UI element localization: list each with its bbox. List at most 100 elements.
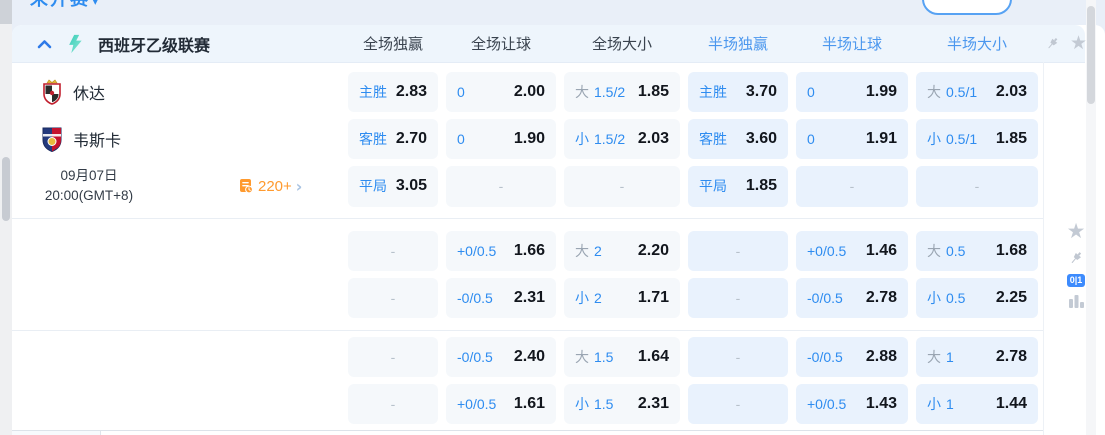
right-scrollbar-track[interactable] [1086, 0, 1096, 435]
odds-cell-labels: +0/0.5 [457, 396, 496, 412]
left-scrollbar-thumb[interactable] [2, 157, 10, 221]
top-filter-dropdown[interactable]: 未开赛▾ [30, 0, 99, 11]
odds-cell[interactable]: 0 1.90 [446, 119, 556, 159]
odds-cell[interactable]: -0/0.5 2.88 [796, 337, 908, 377]
odds-cell-labels: 小 0.5/1 [927, 129, 977, 149]
odds-cell[interactable]: 平局 3.05 [348, 166, 438, 207]
odds-cell-empty: - [916, 166, 1038, 207]
column-header-half-3: 半场独赢 [707, 36, 768, 53]
away-team-crest-icon [42, 127, 62, 152]
column-header-half-4: 半场让球 [821, 36, 882, 53]
odds-handicap-label: 2 [594, 290, 602, 306]
odds-format-toggle[interactable]: 0|1 [1066, 274, 1086, 287]
odds-label: 小 [927, 290, 941, 306]
odds-cell[interactable]: -0/0.5 2.78 [796, 278, 908, 318]
odds-cell[interactable]: 小 1.5/2 2.03 [564, 119, 680, 159]
match-pin-icon[interactable] [1067, 249, 1085, 267]
odds-value: 3.05 [395, 177, 427, 195]
odds-cell[interactable]: 客胜 2.70 [348, 119, 438, 159]
odds-cell[interactable]: 大 2 2.20 [564, 231, 680, 271]
odds-cell[interactable]: 客胜 3.60 [688, 119, 788, 159]
empty-name-cell [12, 384, 340, 424]
away-team-row-name: 韦斯卡 [12, 119, 340, 159]
pin-icon[interactable] [1044, 35, 1061, 52]
stats-bar-chart-icon[interactable] [1068, 294, 1085, 309]
match-datetime: 09月07日 20:00(GMT+8) [40, 166, 138, 207]
odds-cell[interactable]: -0/0.5 2.40 [446, 337, 556, 377]
odds-cell-empty: - [688, 337, 788, 377]
odds-row: - +0/0.5 1.61 小 1.5 2.31- +0/0.5 1.43 小 1 1.44 [12, 384, 1043, 424]
odds-cell[interactable]: 0 1.91 [796, 119, 908, 159]
top-right-pill-button[interactable] [922, 0, 1012, 15]
odds-cell[interactable]: 小 0.5 2.25 [916, 278, 1038, 318]
league-name: 西班牙乙级联赛 [98, 37, 211, 55]
odds-handicap-label: 1.5/2 [594, 131, 626, 147]
match-favorite-star-icon[interactable]: ★ [1067, 221, 1086, 242]
odds-cell[interactable]: 0 1.99 [796, 72, 908, 112]
collapse-chevron-up-icon[interactable] [36, 36, 52, 52]
odds-cell[interactable]: +0/0.5 1.66 [446, 231, 556, 271]
odds-cell[interactable]: 小 1.5 2.31 [564, 384, 680, 424]
odds-label: 大 [927, 243, 941, 259]
odds-value: 1.61 [513, 395, 545, 412]
odds-cell[interactable]: +0/0.5 1.43 [796, 384, 908, 424]
odds-row: 09月07日 20:00(GMT+8) 220+ › 平局 3.05 - - 平局 1.85 - - [12, 166, 1043, 207]
markets-count: 220+ [258, 177, 292, 195]
right-scrollbar-thumb[interactable] [1087, 6, 1095, 104]
odds-row: - -0/0.5 2.40 大 1.5 1.64- -0/0.5 2.88 大 1 2.78 [12, 337, 1043, 377]
odds-cell[interactable]: 大 1.5 1.64 [564, 337, 680, 377]
odds-cell[interactable]: -0/0.5 2.31 [446, 278, 556, 318]
odds-label: 小 [927, 396, 941, 412]
odds-cell[interactable]: 0 2.00 [446, 72, 556, 112]
odds-cell-empty: - [348, 384, 438, 424]
odds-cell-empty: - [348, 231, 438, 271]
favorite-star-icon[interactable]: ★ [1070, 34, 1087, 53]
odds-value: 2.31 [513, 289, 545, 306]
odds-cell[interactable]: 平局 1.85 [688, 166, 788, 207]
odds-value: 2.03 [995, 83, 1027, 100]
empty-name-cell [12, 231, 340, 271]
odds-cell[interactable]: 大 0.5/1 2.03 [916, 72, 1038, 112]
odds-cell-labels: 大2 [575, 241, 602, 261]
odds-label: 平局 [699, 178, 727, 195]
odds-value: 1.85 [745, 177, 777, 195]
odds-cell-labels: -0/0.5 [807, 290, 843, 306]
odds-cell-labels: -0/0.5 [807, 349, 843, 365]
odds-row: - +0/0.5 1.66 大 2 2.20- +0/0.5 1.46 大 0.5 1.68 [12, 231, 1043, 271]
odds-cell-labels: 0 [807, 131, 815, 147]
odds-cell[interactable]: 小 1 1.44 [916, 384, 1038, 424]
odds-label: -0/0.5 [457, 290, 493, 306]
odds-cell[interactable]: 大 1 2.78 [916, 337, 1038, 377]
odds-cell-labels: 客胜 [359, 129, 387, 149]
odds-value: 2.40 [513, 348, 545, 365]
empty-name-cell [12, 278, 340, 318]
odds-cell-empty: - [564, 166, 680, 207]
odds-label: 客胜 [359, 131, 387, 147]
odds-cell-labels: 小 1.5/2 [575, 129, 625, 149]
odds-cell[interactable]: 主胜 2.83 [348, 72, 438, 112]
odds-cell[interactable]: +0/0.5 1.46 [796, 231, 908, 271]
odds-label: 0 [457, 131, 465, 147]
odds-cell[interactable]: +0/0.5 1.61 [446, 384, 556, 424]
column-header-full-0: 全场独赢 [362, 36, 423, 53]
odds-cell[interactable]: 主胜 3.70 [688, 72, 788, 112]
odds-cell[interactable]: 大 0.5 1.68 [916, 231, 1038, 271]
odds-label: 小 [927, 131, 941, 147]
odds-cell-empty: - [688, 278, 788, 318]
odds-value: 1.44 [995, 395, 1027, 412]
more-markets-link[interactable]: 220+ › [238, 177, 302, 196]
odds-block-1: 休达 主胜 2.83 0 2.00 大 1.5/2 1.85 主胜 3.70 0 1.99 大 0.5/1… [12, 62, 1043, 219]
odds-cell[interactable]: 小 2 1.71 [564, 278, 680, 318]
odds-cell[interactable]: 大 1.5/2 1.85 [564, 72, 680, 112]
empty-name-cell [12, 337, 340, 377]
odds-label: 小 [575, 131, 589, 147]
odds-cell-empty: - [446, 166, 556, 207]
odds-cell[interactable]: 小 0.5/1 1.85 [916, 119, 1038, 159]
odds-row: 韦斯卡 客胜 2.70 0 1.90 小 1.5/2 2.03 客胜 3.60 0 1.91 小 0.5/… [12, 119, 1043, 159]
odds-label: 主胜 [359, 84, 387, 100]
odds-cell-labels: 小2 [575, 288, 602, 308]
chevron-right-icon: › [295, 176, 303, 196]
side-tools-divider [1043, 62, 1044, 435]
odds-label: -0/0.5 [807, 290, 843, 306]
left-scrollbar-track[interactable] [0, 0, 12, 435]
